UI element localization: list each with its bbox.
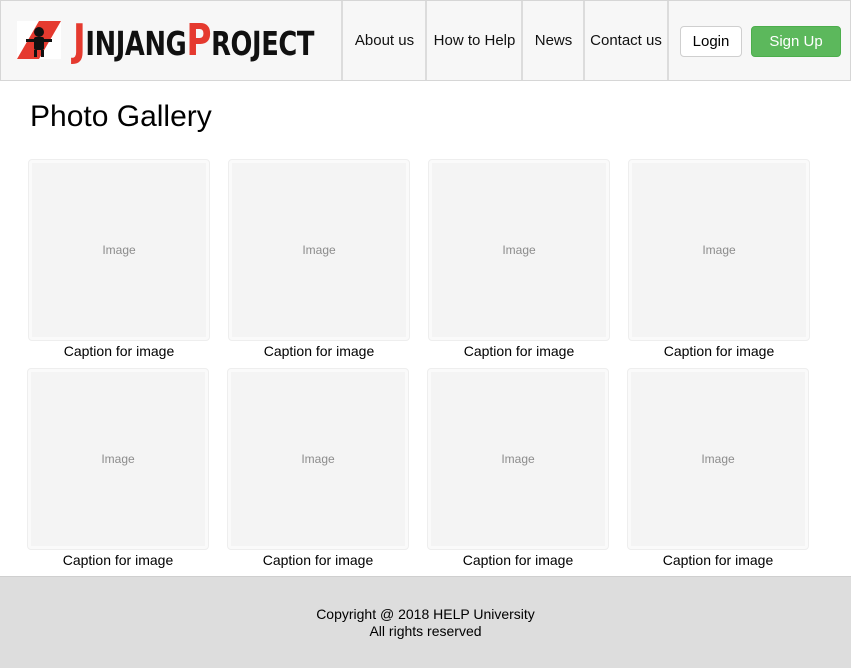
brand-letter-j: J bbox=[73, 15, 86, 66]
gallery-image[interactable]: Image bbox=[28, 159, 210, 341]
footer: Copyright @ 2018 HELP University All rig… bbox=[0, 576, 851, 668]
gallery-item[interactable]: Image Caption for image bbox=[28, 159, 210, 359]
nav-item-news[interactable]: News bbox=[521, 1, 584, 80]
gallery-item[interactable]: Image Caption for image bbox=[228, 159, 410, 359]
gallery-item[interactable]: Image Caption for image bbox=[427, 368, 609, 568]
jinjang-logo-icon bbox=[17, 21, 61, 59]
gallery-image[interactable]: Image bbox=[227, 368, 409, 550]
signup-button[interactable]: Sign Up bbox=[751, 26, 841, 57]
footer-copyright: Copyright @ 2018 HELP University bbox=[316, 605, 535, 622]
image-placeholder-text: Image bbox=[232, 163, 406, 337]
login-button[interactable]: Login bbox=[680, 26, 742, 57]
footer-rights: All rights reserved bbox=[369, 622, 482, 639]
nav-item-label: News bbox=[534, 32, 573, 49]
nav-item-contact-us[interactable]: Contact us bbox=[583, 1, 669, 80]
image-placeholder-text: Image bbox=[31, 372, 205, 546]
gallery-image[interactable]: Image bbox=[628, 159, 810, 341]
image-placeholder-text: Image bbox=[32, 163, 206, 337]
nav-item-label: How to Help bbox=[433, 32, 516, 49]
page-title: Photo Gallery bbox=[30, 100, 212, 133]
gallery-image[interactable]: Image bbox=[427, 368, 609, 550]
brand-name: JINJANGPROJECT bbox=[73, 15, 314, 66]
brand-word-injang: INJANG bbox=[85, 24, 187, 63]
image-placeholder-text: Image bbox=[631, 372, 805, 546]
image-placeholder-text: Image bbox=[632, 163, 806, 337]
gallery-item[interactable]: Image Caption for image bbox=[428, 159, 610, 359]
gallery-caption: Caption for image bbox=[663, 343, 775, 359]
gallery-caption: Caption for image bbox=[62, 552, 174, 568]
nav-item-how-to-help[interactable]: How to Help bbox=[425, 1, 522, 80]
gallery-item[interactable]: Image Caption for image bbox=[227, 368, 409, 568]
gallery-image[interactable]: Image bbox=[27, 368, 209, 550]
nav-item-label: Contact us bbox=[590, 32, 662, 49]
navbar: JINJANGPROJECT About us How to Help News… bbox=[0, 0, 851, 81]
nav-item-about-us[interactable]: About us bbox=[341, 1, 426, 80]
gallery-caption: Caption for image bbox=[262, 552, 374, 568]
nav-item-label: About us bbox=[354, 32, 415, 49]
gallery-item[interactable]: Image Caption for image bbox=[628, 159, 810, 359]
gallery-caption: Caption for image bbox=[463, 343, 575, 359]
gallery-caption: Caption for image bbox=[462, 552, 574, 568]
image-placeholder-text: Image bbox=[231, 372, 405, 546]
brand-word-roject: ROJECT bbox=[211, 24, 315, 63]
gallery-item[interactable]: Image Caption for image bbox=[627, 368, 809, 568]
gallery-image[interactable]: Image bbox=[428, 159, 610, 341]
gallery-image[interactable]: Image bbox=[627, 368, 809, 550]
gallery-caption: Caption for image bbox=[662, 552, 774, 568]
gallery-item[interactable]: Image Caption for image bbox=[27, 368, 209, 568]
brand-logo-link[interactable]: JINJANGPROJECT bbox=[1, 1, 342, 80]
image-placeholder-text: Image bbox=[431, 372, 605, 546]
brand-letter-p: P bbox=[186, 15, 212, 66]
gallery-caption: Caption for image bbox=[263, 343, 375, 359]
gallery-caption: Caption for image bbox=[63, 343, 175, 359]
image-placeholder-text: Image bbox=[432, 163, 606, 337]
gallery-image[interactable]: Image bbox=[228, 159, 410, 341]
